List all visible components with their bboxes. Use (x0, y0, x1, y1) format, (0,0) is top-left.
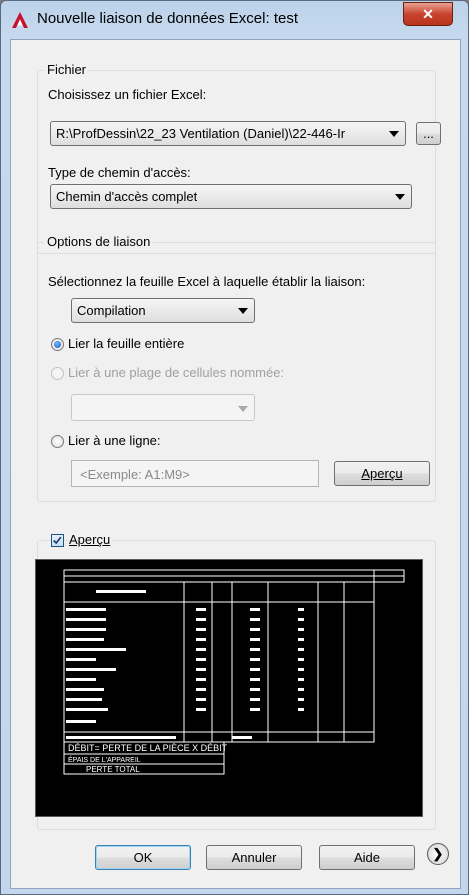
ok-label: OK (133, 850, 153, 865)
preview-thumbnail: DÉBIT= PERTE DE LA PIÈCE X DÉBIT ÉPAIS D… (35, 559, 423, 817)
sheet-combo[interactable]: Compilation (71, 298, 255, 323)
autocad-app-icon (12, 12, 28, 28)
preview-checkbox-label[interactable]: Aperçu (69, 532, 114, 547)
radio-entire-sheet[interactable] (51, 338, 64, 351)
close-button[interactable]: ✕ (403, 2, 453, 26)
preview-range-button[interactable]: Aperçu (334, 461, 430, 486)
radio-named-range-label[interactable]: Lier à une plage de cellules nommée: (68, 365, 284, 380)
choose-file-label: Choisissez un fichier Excel: (48, 87, 207, 102)
preview-range-label: Aperçu (361, 466, 403, 481)
cancel-label: Annuler (231, 850, 277, 865)
range-placeholder: <Exemple: A1:M9> (80, 467, 190, 482)
radio-range-label[interactable]: Lier à une ligne: (68, 433, 161, 448)
radio-named-range[interactable] (51, 367, 64, 380)
browse-label: ... (423, 126, 434, 141)
help-label: Aide (353, 850, 381, 865)
file-path-combo[interactable]: R:\ProfDessin\22_23 Ventilation (Daniel)… (50, 121, 406, 146)
named-range-combo[interactable] (71, 394, 255, 421)
radio-range[interactable] (51, 435, 64, 448)
dialog-window: Nouvelle liaison de données Excel: test … (0, 0, 469, 895)
path-type-combo[interactable]: Chemin d'accès complet (50, 184, 412, 209)
sheet-value: Compilation (77, 303, 146, 318)
path-type-label: Type de chemin d'accès: (48, 165, 191, 180)
browse-button[interactable]: ... (416, 122, 441, 145)
chevron-down-icon (238, 308, 248, 314)
help-button[interactable]: Aide (319, 845, 415, 870)
title-bar[interactable]: Nouvelle liaison de données Excel: test … (1, 1, 468, 37)
preview-table-graphic: DÉBIT= PERTE DE LA PIÈCE X DÉBIT ÉPAIS D… (63, 569, 405, 775)
ok-button[interactable]: OK (95, 845, 191, 870)
sheet-select-label: Sélectionnez la feuille Excel à laquelle… (48, 274, 366, 289)
preview-checkbox[interactable] (51, 534, 64, 547)
sheet-line-3: PERTE TOTAL (86, 765, 140, 774)
file-group-legend: Fichier (44, 62, 90, 77)
link-options-legend: Options de liaison (44, 234, 154, 249)
chevron-down-icon (389, 131, 399, 137)
window-title: Nouvelle liaison de données Excel: test (37, 10, 298, 27)
file-path-value: R:\ProfDessin\22_23 Ventilation (Daniel)… (56, 126, 346, 141)
chevron-right-icon: ❯ (432, 846, 444, 861)
sheet-line-1: DÉBIT= PERTE DE LA PIÈCE X DÉBIT (68, 743, 228, 753)
range-input[interactable]: <Exemple: A1:M9> (71, 460, 319, 487)
close-icon: ✕ (422, 5, 434, 22)
path-type-value: Chemin d'accès complet (56, 189, 198, 204)
expand-button[interactable]: ❯ (427, 843, 449, 865)
cancel-button[interactable]: Annuler (206, 845, 302, 870)
radio-entire-sheet-label[interactable]: Lier la feuille entière (68, 336, 184, 351)
chevron-down-icon (395, 194, 405, 200)
checkmark-icon (53, 536, 62, 545)
chevron-down-icon (238, 406, 248, 412)
sheet-line-2: ÉPAIS DE L'APPAREIL (68, 755, 141, 764)
